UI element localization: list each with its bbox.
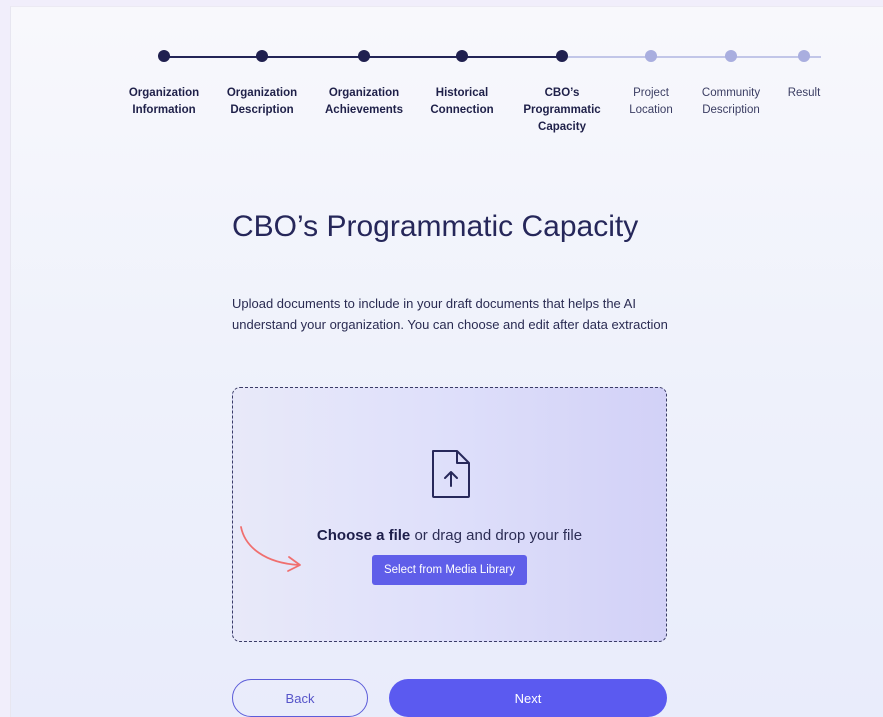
step-label: Organization Information [128,87,200,116]
step-dot [256,50,268,62]
step-dot [158,50,170,62]
step-result[interactable]: Result [754,50,854,102]
step-historical-connection[interactable]: Historical Connection [412,50,512,119]
choose-file-link[interactable]: Choose a file [317,527,410,544]
back-button[interactable]: Back [232,679,368,717]
step-dot [456,50,468,62]
step-dot [358,50,370,62]
pointer-arrow-icon [240,526,301,572]
file-dropzone[interactable]: Choose a file or drag and drop your file… [232,387,667,642]
step-dot [556,50,568,62]
step-label: CBO’s Programmatic Capacity [523,87,601,133]
step-organization-information[interactable]: Organization Information [114,50,214,119]
file-upload-icon [432,450,470,498]
step-label: Historical Connection [430,87,494,116]
step-label: Result [787,87,821,99]
step-label: Project Location [629,87,673,116]
select-media-library-button[interactable]: Select from Media Library [372,555,527,585]
step-dot [798,50,810,62]
page-description: Upload documents to include in your draf… [232,296,668,332]
step-label: Organization Description [226,87,298,116]
step-organization-achievements[interactable]: Organization Achievements [314,50,414,119]
progress-stepper: Organization Information Organization De… [11,7,883,157]
drag-drop-text: or drag and drop your file [410,527,583,544]
step-dot [645,50,657,62]
page-title: CBO’s Programmatic Capacity [232,210,639,243]
step-cbo-programmatic-capacity[interactable]: CBO’s Programmatic Capacity [512,50,612,136]
step-label: Organization Achievements [325,87,403,116]
app-frame: Organization Information Organization De… [10,6,883,717]
step-organization-description[interactable]: Organization Description [212,50,312,119]
step-dot [725,50,737,62]
next-button[interactable]: Next [389,679,667,717]
